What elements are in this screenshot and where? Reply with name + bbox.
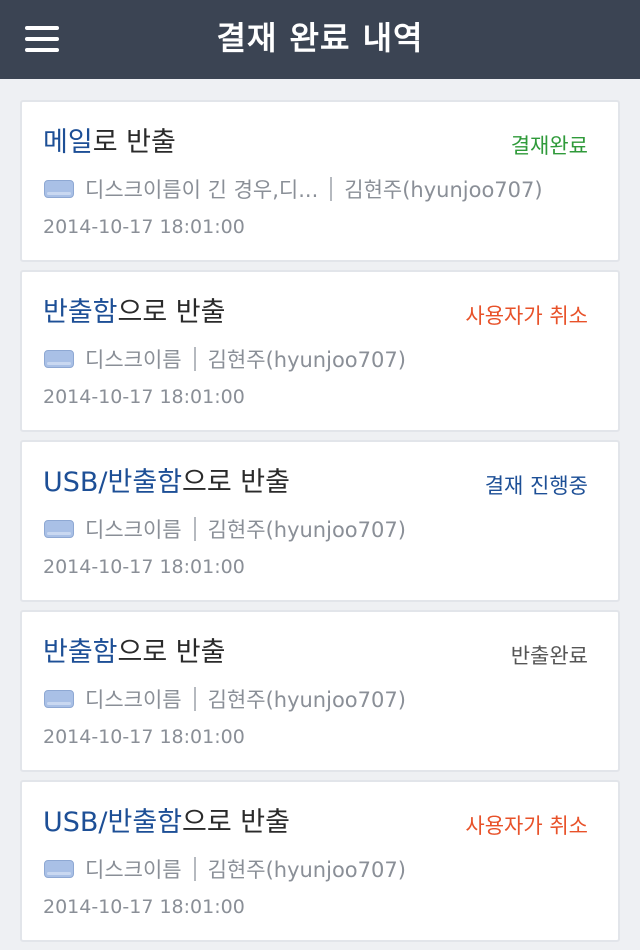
item-date: 2014-10-17 18:01:00 xyxy=(43,556,245,578)
export-method: USB/반출함 xyxy=(43,467,183,498)
title-suffix: 로 반출 xyxy=(92,127,176,158)
title-suffix: 으로 반출 xyxy=(182,467,290,498)
user-name: 김현주(hyunjoo707) xyxy=(207,348,406,372)
item-meta: 디스크이름 김현주(hyunjoo707) xyxy=(44,344,406,374)
item-meta: 디스크이름 김현주(hyunjoo707) xyxy=(44,854,406,884)
disk-name: 디스크이름 xyxy=(85,688,182,712)
item-meta: 디스크이름이 긴 경우,디... 김현주(hyunjoo707) xyxy=(44,174,543,204)
item-date: 2014-10-17 18:01:00 xyxy=(43,726,245,748)
title-suffix: 으로 반출 xyxy=(117,637,226,668)
export-method: 반출함 xyxy=(43,637,118,668)
disk-icon xyxy=(44,180,74,198)
item-date: 2014-10-17 18:01:00 xyxy=(43,896,245,918)
item-date: 2014-10-17 18:01:00 xyxy=(43,386,245,408)
title-suffix: 으로 반출 xyxy=(182,807,290,838)
disk-name: 디스크이름 xyxy=(85,348,182,372)
disk-icon xyxy=(44,350,74,368)
page-title: 결재 완료 내역 xyxy=(216,19,424,57)
user-name: 김현주(hyunjoo707) xyxy=(207,518,406,542)
disk-name: 디스크이름 xyxy=(85,518,182,542)
list-item[interactable]: USB/반출함으로 반출 결재 진행중 디스크이름 김현주(hyunjoo707… xyxy=(20,440,620,602)
disk-name: 디스크이름이 긴 경우,디... xyxy=(85,178,319,202)
status-badge: 결재 진행중 xyxy=(484,474,588,498)
separator xyxy=(193,347,196,371)
item-title: 반출함으로 반출 xyxy=(43,630,225,669)
disk-icon xyxy=(44,690,74,708)
list-item[interactable]: 반출함으로 반출 반출완료 디스크이름 김현주(hyunjoo707) 2014… xyxy=(20,610,620,772)
separator xyxy=(193,517,196,541)
item-title: 메일로 반출 xyxy=(43,120,176,159)
disk-icon xyxy=(44,520,74,538)
export-method: USB/반출함 xyxy=(43,807,183,838)
item-title: USB/반출함으로 반출 xyxy=(43,460,290,499)
status-badge: 사용자가 취소 xyxy=(465,304,588,328)
user-name: 김현주(hyunjoo707) xyxy=(207,858,406,882)
approval-list: 메일로 반출 결재완료 디스크이름이 긴 경우,디... 김현주(hyunjoo… xyxy=(20,100,620,950)
status-badge: 사용자가 취소 xyxy=(465,814,588,838)
list-item[interactable]: 메일로 반출 결재완료 디스크이름이 긴 경우,디... 김현주(hyunjoo… xyxy=(20,100,620,262)
title-suffix: 으로 반출 xyxy=(117,297,226,328)
disk-name: 디스크이름 xyxy=(85,858,182,882)
item-meta: 디스크이름 김현주(hyunjoo707) xyxy=(44,684,406,714)
separator xyxy=(330,177,333,201)
separator xyxy=(193,857,196,881)
user-name: 김현주(hyunjoo707) xyxy=(207,688,406,712)
status-badge: 반출완료 xyxy=(510,644,588,668)
separator xyxy=(193,687,196,711)
list-item[interactable]: 반출함으로 반출 사용자가 취소 디스크이름 김현주(hyunjoo707) 2… xyxy=(20,270,620,432)
export-method: 메일 xyxy=(43,127,93,158)
item-title: USB/반출함으로 반출 xyxy=(43,800,290,839)
app-header: 결재 완료 내역 xyxy=(0,0,640,79)
item-title: 반출함으로 반출 xyxy=(43,290,225,329)
status-badge: 결재완료 xyxy=(510,134,588,158)
export-method: 반출함 xyxy=(43,297,118,328)
user-name: 김현주(hyunjoo707) xyxy=(344,178,543,202)
item-meta: 디스크이름 김현주(hyunjoo707) xyxy=(44,514,406,544)
item-date: 2014-10-17 18:01:00 xyxy=(43,216,245,238)
disk-icon xyxy=(44,860,74,878)
